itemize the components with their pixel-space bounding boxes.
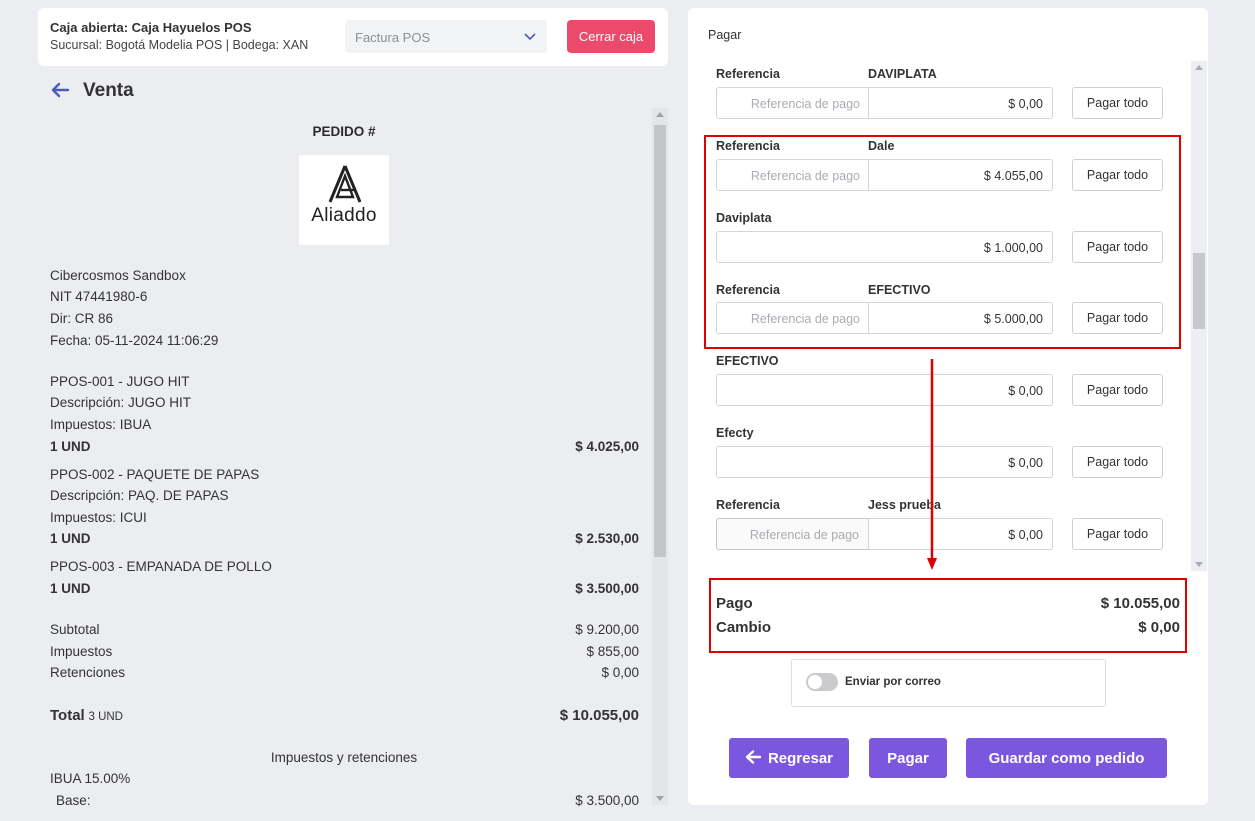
highlight-box <box>704 135 1181 349</box>
item-name: PPOS-003 - EMPANADA DE POLLO <box>50 559 272 574</box>
item-name: PPOS-002 - PAQUETE DE PAPAS <box>50 467 260 482</box>
pay-button[interactable]: Pagar <box>869 738 947 778</box>
payment-total-row: Pago $ 10.055,00 <box>716 595 1180 612</box>
base-label: Base: <box>56 793 91 808</box>
arrow-down-icon <box>927 359 937 570</box>
company-name: Cibercosmos Sandbox <box>50 268 186 283</box>
item-name: PPOS-001 - JUGO HIT <box>50 374 190 389</box>
receipt-preview: PEDIDO # Aliaddo Cibercosmos Sandbox NIT… <box>38 108 668 821</box>
email-option: Enviar por correo <box>791 659 1106 707</box>
cash-register-bar: Caja abierta: Caja Hayuelos POS Sucursal… <box>38 8 668 66</box>
subtotal-label: Subtotal <box>50 622 100 637</box>
totals-highlight-box <box>709 578 1187 653</box>
reference-input[interactable]: Referencia de pago <box>716 87 869 119</box>
document-type-value: Factura POS <box>355 30 431 45</box>
change-value: $ 0,00 <box>1138 619 1180 636</box>
close-register-button[interactable]: Cerrar caja <box>567 20 655 53</box>
scroll-down-icon[interactable] <box>1195 562 1203 567</box>
amount-input[interactable]: $ 0,00 <box>868 518 1053 550</box>
branch-label: Sucursal: Bogotá Modelia POS | Bodega: X… <box>50 38 309 52</box>
base-value: $ 3.500,00 <box>575 793 639 808</box>
payment-title: Pagar <box>708 28 742 42</box>
reference-label: Referencia <box>716 498 780 512</box>
payment-total-value: $ 10.055,00 <box>1100 595 1180 612</box>
company-logo: Aliaddo <box>299 155 389 245</box>
item-taxes: Impuestos: ICUI <box>50 510 147 525</box>
item-qty: 1 UND <box>50 581 91 596</box>
chevron-down-icon <box>524 33 536 41</box>
pay-all-button[interactable]: Pagar todo <box>1072 446 1163 478</box>
scrollbar-thumb[interactable] <box>1193 253 1205 329</box>
payment-method-name: DAVIPLATA <box>868 67 937 81</box>
taxes-label: Impuestos <box>50 644 113 659</box>
document-type-select[interactable]: Factura POS <box>345 20 547 53</box>
company-nit: NIT 47441980-6 <box>50 289 148 304</box>
taxes-value: $ 855,00 <box>586 644 639 659</box>
payment-method-name: EFECTIVO <box>716 354 779 368</box>
receipt-date: Fecha: 05-11-2024 11:06:29 <box>50 333 219 348</box>
item-total: $ 3.500,00 <box>575 581 639 596</box>
arrow-left-icon <box>745 749 761 764</box>
toggle-knob <box>808 675 822 689</box>
save-as-order-button[interactable]: Guardar como pedido <box>966 738 1167 778</box>
item-qty: 1 UND <box>50 531 91 546</box>
total-row: Total 3 UND <box>50 707 123 724</box>
item-qty: 1 UND <box>50 439 91 454</box>
retentions-label: Retenciones <box>50 665 126 680</box>
back-button[interactable]: Regresar <box>729 738 849 778</box>
total-value: $ 10.055,00 <box>559 707 639 724</box>
change-label: Cambio <box>716 619 772 636</box>
email-toggle-label: Enviar por correo <box>845 676 941 688</box>
payment-methods-scrollbar[interactable] <box>1191 61 1207 571</box>
payment-panel: Pagar Referencia DAVIPLATA Referencia de… <box>688 8 1208 805</box>
tax-line: IBUA 15.00% <box>50 771 131 786</box>
page-title: Venta <box>83 80 134 101</box>
item-description: Descripción: JUGO HIT <box>50 395 192 410</box>
amount-input[interactable]: $ 0,00 <box>868 87 1053 119</box>
payment-method-name: Efecty <box>716 426 754 440</box>
logo-wordmark: Aliaddo <box>311 205 377 226</box>
item-total: $ 2.530,00 <box>575 531 639 546</box>
back-arrow-icon[interactable] <box>50 80 70 100</box>
subtotal-value: $ 9.200,00 <box>575 622 639 637</box>
reference-input[interactable]: Referencia de pago <box>716 518 869 550</box>
item-total: $ 4.025,00 <box>575 439 639 454</box>
cash-open-label: Caja abierta: Caja Hayuelos POS <box>50 20 252 35</box>
amount-input[interactable]: $ 0,00 <box>716 374 1053 406</box>
change-row: Cambio $ 0,00 <box>716 619 1180 636</box>
total-label: Total <box>50 707 85 724</box>
back-button-label: Regresar <box>767 749 834 767</box>
scrollbar-thumb[interactable] <box>654 125 666 557</box>
pay-all-button[interactable]: Pagar todo <box>1072 374 1163 406</box>
order-number: PEDIDO # <box>312 124 376 139</box>
pay-all-button[interactable]: Pagar todo <box>1072 87 1163 119</box>
aliaddo-logo-icon <box>328 165 362 203</box>
payment-total-label: Pago <box>716 595 753 612</box>
reference-label: Referencia <box>716 67 780 81</box>
receipt-scrollbar[interactable] <box>652 108 668 805</box>
pay-all-button[interactable]: Pagar todo <box>1072 518 1163 550</box>
scroll-down-icon[interactable] <box>656 796 664 801</box>
scroll-up-icon[interactable] <box>656 112 664 117</box>
amount-input[interactable]: $ 0,00 <box>716 446 1053 478</box>
item-description: Descripción: PAQ. DE PAPAS <box>50 488 229 503</box>
total-units: 3 UND <box>88 711 123 723</box>
item-taxes: Impuestos: IBUA <box>50 417 152 432</box>
email-toggle[interactable] <box>806 673 838 691</box>
company-address: Dir: CR 86 <box>50 311 114 326</box>
tax-section-title: Impuestos y retenciones <box>270 750 418 765</box>
scroll-up-icon[interactable] <box>1195 65 1203 70</box>
retentions-value: $ 0,00 <box>601 665 639 680</box>
